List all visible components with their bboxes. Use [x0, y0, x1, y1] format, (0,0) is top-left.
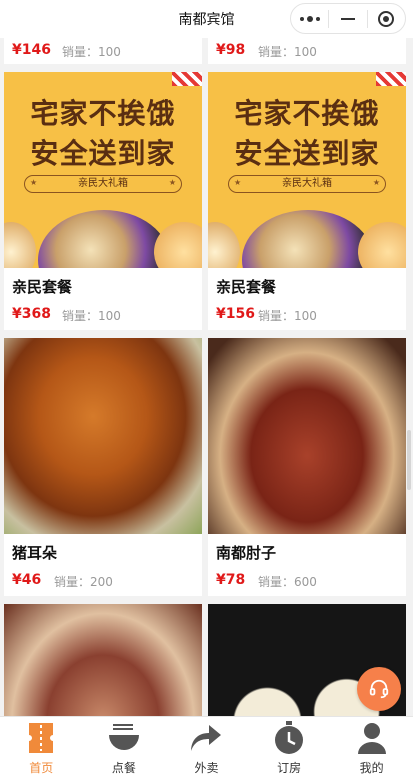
product-price: ¥98: [216, 42, 246, 58]
product-sales: 销量：100: [258, 309, 317, 323]
ticket-icon: [24, 721, 58, 755]
product-price: ¥78: [216, 572, 246, 588]
minimize-button[interactable]: [329, 4, 366, 33]
miniprogram-capsule: [290, 3, 406, 34]
product-image: 宅家不挨饿 安全送到家 ★ 亲民大礼箱 ★: [4, 72, 202, 268]
product-price: ¥46: [12, 572, 42, 588]
clock-icon: [272, 721, 306, 755]
product-image: [4, 604, 202, 716]
headset-icon: [369, 679, 389, 699]
customer-service-button[interactable]: [357, 667, 401, 711]
product-price: ¥146: [12, 42, 51, 58]
tab-home[interactable]: 首页: [0, 717, 83, 774]
tab-takeout[interactable]: 外卖: [165, 717, 248, 774]
tab-label: 外卖: [194, 761, 219, 774]
product-sales: 销量：200: [54, 575, 113, 589]
target-circle-icon: [378, 10, 395, 27]
product-sales: 销量：600: [258, 575, 317, 589]
tab-label: 首页: [29, 761, 54, 774]
product-price: ¥156: [216, 306, 255, 322]
product-price: ¥368: [12, 306, 51, 322]
product-sales: 销量：100: [258, 45, 317, 59]
tab-bar: 首页 点餐 外卖 订房 我的: [0, 716, 413, 774]
product-card[interactable]: 猪耳朵 ¥46 销量：200: [4, 338, 202, 596]
user-icon: [355, 721, 389, 755]
tab-label: 我的: [359, 761, 384, 774]
product-card[interactable]: 宅家不挨饿 安全送到家 ★ 亲民大礼箱 ★ 亲民套餐 ¥368 销量：100: [4, 72, 202, 330]
product-sales: 销量：100: [62, 309, 121, 323]
close-miniprogram-button[interactable]: [368, 4, 405, 33]
more-button[interactable]: [291, 4, 328, 33]
page: ¥146 销量：100 ¥98 销量：100 宅家不挨饿 安全送到家 ★ 亲民大…: [0, 0, 413, 774]
minus-icon: [340, 17, 355, 20]
product-name: 南都肘子: [216, 544, 277, 562]
tab-label: 点餐: [111, 761, 136, 774]
tab-label: 订房: [277, 761, 302, 774]
bowl-icon: [107, 721, 141, 755]
product-image: 宅家不挨饿 安全送到家 ★ 亲民大礼箱 ★: [208, 72, 406, 268]
product-card[interactable]: 南都肘子 ¥78 销量：600: [208, 338, 406, 596]
tab-booking[interactable]: 订房: [248, 717, 331, 774]
product-sales: 销量：100: [62, 45, 121, 59]
nav-bar: 南都宾馆: [0, 0, 413, 38]
tab-mine[interactable]: 我的: [330, 717, 413, 774]
scrollbar[interactable]: [407, 430, 411, 490]
product-name: 亲民套餐: [216, 278, 277, 296]
product-name: 亲民套餐: [12, 278, 73, 296]
product-image: [208, 338, 406, 534]
product-card[interactable]: [4, 604, 202, 716]
more-dots-icon: [299, 15, 320, 22]
forward-arrow-icon: [189, 721, 223, 755]
product-image: [4, 338, 202, 534]
product-card[interactable]: 宅家不挨饿 安全送到家 ★ 亲民大礼箱 ★ 亲民套餐 ¥156 销量：100: [208, 72, 406, 330]
product-name: 猪耳朵: [12, 544, 58, 562]
tab-order[interactable]: 点餐: [83, 717, 166, 774]
